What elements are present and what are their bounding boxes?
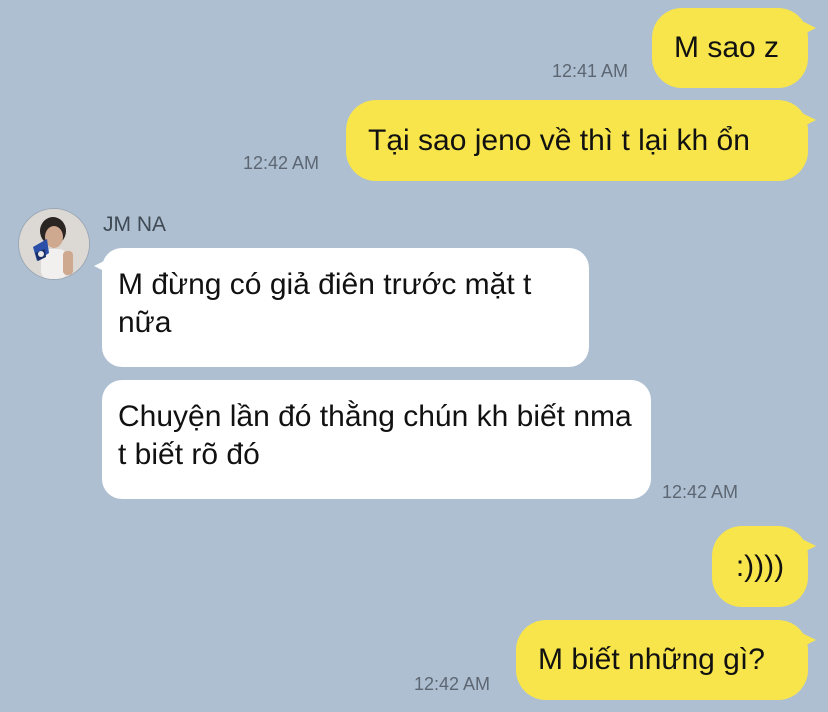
incoming-message-bubble[interactable]: M đừng có giả điên trước mặt t nữa bbox=[94, 248, 589, 367]
message-timestamp: 12:41 AM bbox=[552, 61, 629, 81]
message-timestamp: 12:42 AM bbox=[243, 153, 320, 173]
contact-name: JM NA bbox=[103, 213, 166, 236]
outgoing-message-bubble[interactable]: M sao z bbox=[652, 8, 816, 88]
message-timestamp: 12:42 AM bbox=[662, 482, 739, 502]
incoming-message-bubble[interactable]: Chuyện lần đó thằng chún kh biết nma t b… bbox=[102, 380, 651, 499]
outgoing-message-bubble[interactable]: :)))) bbox=[712, 526, 816, 607]
message-text: Tại sao jeno về thì t lại kh ổn bbox=[368, 123, 750, 157]
message-text: :)))) bbox=[735, 549, 785, 583]
message-text: M biết những gì? bbox=[538, 643, 765, 676]
outgoing-message-bubble[interactable]: Tại sao jeno về thì t lại kh ổn bbox=[346, 100, 816, 181]
message-timestamp: 12:42 AM bbox=[414, 674, 491, 694]
message-text: Chuyện lần đó thằng chún kh biết nma t b… bbox=[118, 400, 632, 471]
contact-avatar[interactable] bbox=[19, 209, 89, 279]
message-text: M sao z bbox=[674, 31, 780, 64]
message-text: M đừng có giả điên trước mặt t nữa bbox=[118, 268, 532, 339]
outgoing-message-bubble[interactable]: M biết những gì? bbox=[516, 620, 816, 700]
avatar-image bbox=[19, 209, 89, 279]
